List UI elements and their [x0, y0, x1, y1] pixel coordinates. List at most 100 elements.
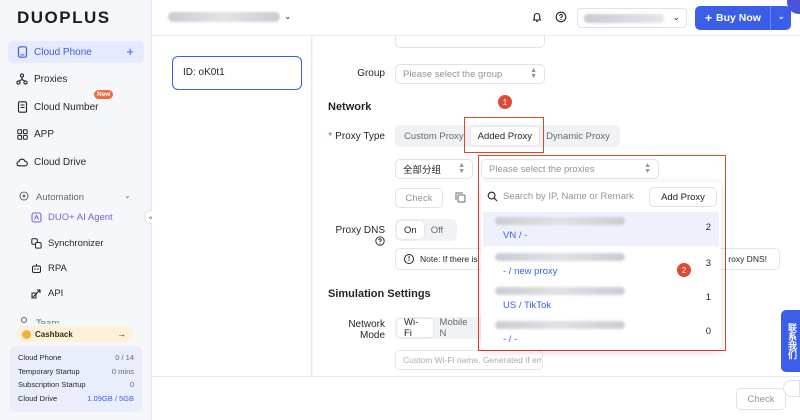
chevron-down-icon[interactable]: ⌄ [124, 191, 131, 200]
network-mode-segmented: Wi-Fi Mobile N [395, 317, 485, 339]
account-selector-blurred[interactable] [168, 12, 280, 22]
sidebar-item-label: Cloud Phone [34, 46, 92, 58]
check-proxy-button[interactable]: Check [395, 188, 443, 208]
note-text-tail: roxy DNS! [728, 254, 767, 264]
device-list-panel: ID: oK0t1 [152, 36, 312, 376]
proxy-group-filter-value: 全部分组 [403, 165, 442, 176]
api-icon [30, 288, 42, 299]
duoplus-logo[interactable]: DUOPLUS [17, 8, 111, 28]
ai-agent-icon [30, 212, 42, 223]
help-icon[interactable] [554, 10, 568, 24]
proxy-dns-on[interactable]: On [397, 221, 424, 239]
footer-check-button[interactable]: Check [736, 388, 786, 410]
wifi-name-input[interactable]: Custom Wi-Fi name. Generated if empty [395, 350, 543, 370]
sidebar-item-synchronizer[interactable]: Synchronizer [30, 238, 103, 249]
synchronizer-icon [30, 238, 42, 249]
stat-row: Temporary Startup 0 mins [18, 365, 134, 379]
network-section-title: Network [328, 101, 372, 113]
stat-value: 0 [129, 380, 134, 389]
sidebar-item-rpa[interactable]: RPA [30, 263, 67, 274]
sidebar-item-app[interactable]: APP [8, 123, 144, 145]
sidebar-item-label: Cloud Number [34, 101, 99, 113]
proxies-icon [16, 73, 28, 85]
proxy-option-tag: - / new proxy [503, 266, 558, 277]
button-divider [770, 6, 771, 30]
proxy-option[interactable]: VN / - 2 [483, 212, 719, 246]
sidebar-item-label: Cloud Drive [34, 156, 87, 168]
proxy-group-filter[interactable]: 全部分组 ▲ ▼ [395, 159, 473, 179]
stat-label: Temporary Startup [18, 366, 80, 376]
proxy-address-blurred [495, 287, 625, 295]
sidebar-item-label: DUO+ AI Agent [48, 212, 113, 223]
proxy-address-blurred [495, 321, 625, 329]
contact-us-tab[interactable]: 联系我们 [781, 310, 800, 372]
form-footer: Check [152, 376, 800, 420]
stat-label: Cloud Drive [18, 393, 58, 403]
sidebar-item-cloud-drive[interactable]: Cloud Drive [8, 151, 144, 173]
add-proxy-button[interactable]: Add Proxy [649, 187, 717, 207]
sidebar: DUOPLUS Cloud Phone + Proxies Cloud Numb… [0, 0, 152, 420]
automation-section-header[interactable]: Automation [18, 190, 84, 205]
required-icon: * [328, 131, 333, 142]
chevron-down-icon[interactable]: ⌄ [284, 11, 292, 22]
network-mode-label: Network Mode [348, 319, 385, 341]
side-widget-button[interactable] [783, 380, 800, 397]
usage-stats-panel: Cloud Phone 0 / 14 Temporary Startup 0 m… [10, 346, 142, 412]
sidebar-item-ai-agent[interactable]: DUO+ AI Agent [30, 212, 113, 223]
chevron-down-icon: ⌄ [672, 12, 680, 22]
chevron-down-icon[interactable]: ⌄ [777, 11, 785, 22]
proxy-option-tag: - / - [503, 334, 518, 345]
device-id-card[interactable]: ID: oK0t1 [172, 56, 302, 90]
proxy-type-dynamic[interactable]: Dynamic Proxy [539, 127, 617, 145]
simulation-settings-title: Simulation Settings [328, 288, 431, 300]
stat-value: 1.09GB / 5GB [87, 393, 134, 403]
proxy-option-tag: US / TikTok [503, 300, 552, 311]
user-name-blurred [584, 14, 664, 23]
proxy-search-input[interactable]: Search by IP, Name or Remark [503, 191, 634, 202]
proxy-address-blurred [495, 217, 625, 225]
copy-icon[interactable] [455, 192, 466, 206]
sidebar-item-api[interactable]: API [30, 288, 63, 299]
group-select[interactable]: Please select the group ▲ ▼ [395, 64, 545, 84]
proxy-dns-off[interactable]: Off [424, 221, 451, 239]
group-placeholder: Please select the group [403, 68, 503, 80]
buy-now-label: Buy Now [716, 12, 761, 24]
proxy-option-count: 1 [705, 292, 711, 303]
sort-arrows-icon: ▲ ▼ [530, 67, 537, 80]
user-selector[interactable]: ⌄ [577, 8, 687, 28]
stat-row: Cloud Drive 1.09GB / 5GB [18, 392, 134, 406]
search-icon [487, 191, 498, 205]
sort-arrows-icon: ▲ ▼ [458, 162, 465, 175]
automation-label: Automation [36, 192, 85, 203]
automation-icon [18, 190, 30, 205]
stat-label: Cloud Phone [18, 353, 62, 362]
proxy-address-blurred [495, 253, 625, 261]
number-icon [16, 101, 28, 113]
help-icon[interactable] [375, 236, 385, 249]
rpa-icon [30, 263, 42, 274]
proxy-type-label-text: Proxy Type [335, 131, 385, 142]
bell-icon[interactable] [530, 10, 544, 24]
cashback-banner[interactable]: Cashback → [16, 326, 134, 342]
network-mode-mobile[interactable]: Mobile N [433, 317, 483, 339]
proxy-dns-label: Proxy DNS [323, 225, 385, 249]
top-bar: ⌄ ⌄ + Buy Now ⌄ [152, 0, 800, 36]
add-icon[interactable]: + [126, 44, 134, 59]
sidebar-item-proxies[interactable]: Proxies [8, 68, 144, 90]
arrow-right-icon: → [117, 329, 126, 339]
stat-value: 0 mins [111, 366, 134, 376]
sidebar-item-cloud-number[interactable]: Cloud Number New [8, 90, 144, 118]
proxy-option-tag: VN / - [503, 230, 528, 241]
stat-label: Subscription Startup [18, 380, 86, 389]
annotation-box-added-proxy [464, 117, 544, 153]
proxy-dns-toggle: On Off [395, 219, 457, 241]
proxy-option[interactable]: US / TikTok 1 [483, 282, 719, 316]
previous-field[interactable] [395, 36, 545, 48]
proxy-option[interactable]: - / - 0 [483, 316, 719, 350]
info-icon: ! [404, 254, 414, 264]
sidebar-item-cloud-phone[interactable]: Cloud Phone + [8, 41, 144, 63]
network-mode-wifi[interactable]: Wi-Fi [397, 317, 433, 339]
buy-now-button[interactable]: + Buy Now ⌄ [695, 6, 791, 30]
sidebar-item-label: APP [34, 128, 55, 140]
proxy-type-custom[interactable]: Custom Proxy [397, 127, 471, 145]
